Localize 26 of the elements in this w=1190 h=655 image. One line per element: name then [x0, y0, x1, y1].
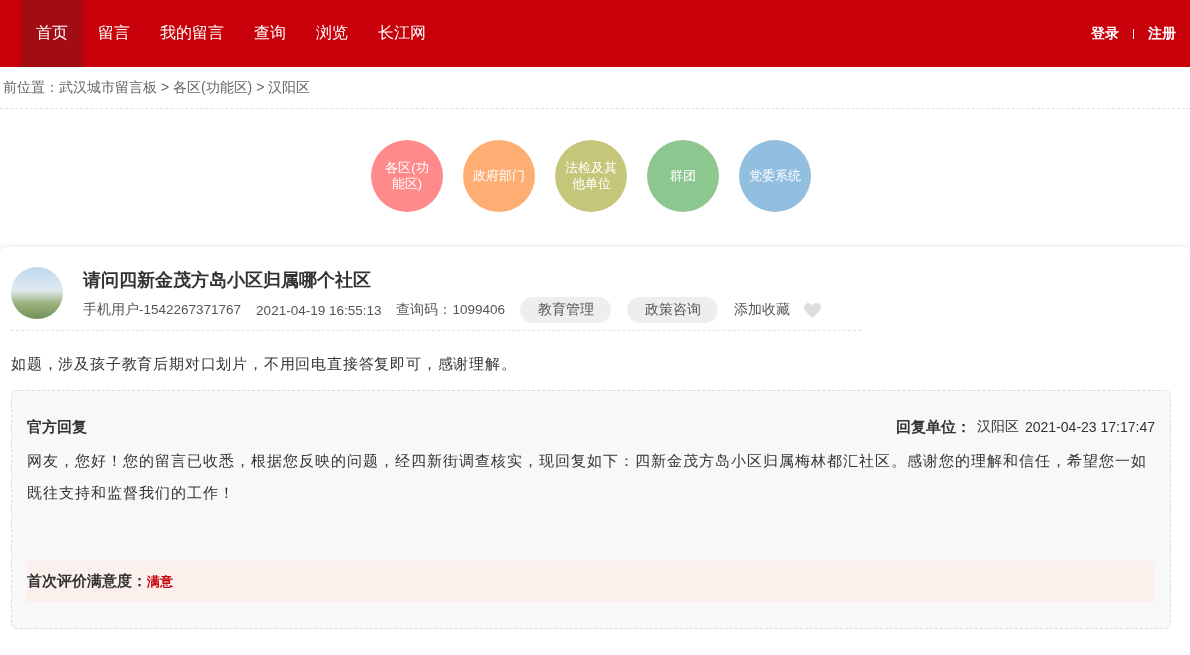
- nav-tab[interactable]: 查询: [239, 0, 301, 67]
- rating-label: 首次评价满意度：: [27, 572, 147, 591]
- reply-text: 网友，您好！您的留言已收悉，根据您反映的问题，经四新街调查核实，现回复如下：四新金茂方岛小区归属梅林都汇社区。感谢您的理解和信任，希望您一如既往支持和监督我们的工作！: [27, 451, 1148, 503]
- nav-tab[interactable]: 留言: [83, 0, 145, 67]
- reply-heading: 官方回复: [27, 417, 87, 437]
- topic-tag[interactable]: 政策咨询: [627, 297, 719, 323]
- post-title: 请问四新金茂方岛小区归属哪个社区: [83, 269, 372, 292]
- nav-tab[interactable]: 我的留言: [145, 0, 239, 67]
- heart-icon[interactable]: [804, 302, 822, 318]
- post-body: 如题，涉及孩子教育后期对口划片，不用回电直接答复即可，感谢理解。: [11, 354, 518, 374]
- avatar-photo-placeholder: [11, 267, 63, 319]
- author-name: 手机用户-1542267371767: [83, 301, 242, 319]
- breadcrumb: 前位置：武汉城市留言板 > 各区(功能区) > 汉阳区: [3, 78, 311, 97]
- nav-tab[interactable]: 浏览: [301, 0, 363, 67]
- reply-unit-label: 回复单位：: [896, 417, 971, 437]
- nav-tab[interactable]: 长江网: [363, 0, 441, 67]
- reply-unit: 汉阳区: [977, 418, 1019, 436]
- topic-tag[interactable]: 教育管理: [520, 297, 612, 323]
- add-favorite-link[interactable]: 添加收藏: [734, 301, 791, 319]
- reply-time: 2021-04-23 17:17:47: [1025, 419, 1155, 435]
- rating-value: 满意: [147, 572, 173, 591]
- login-link[interactable]: 登录: [1091, 24, 1119, 43]
- nav-tab[interactable]: 首页: [21, 0, 83, 67]
- register-link[interactable]: 注册: [1148, 24, 1176, 43]
- post-time: 2021-04-19 16:55:13: [256, 302, 382, 318]
- query-code: 查询码：1099406: [396, 301, 506, 319]
